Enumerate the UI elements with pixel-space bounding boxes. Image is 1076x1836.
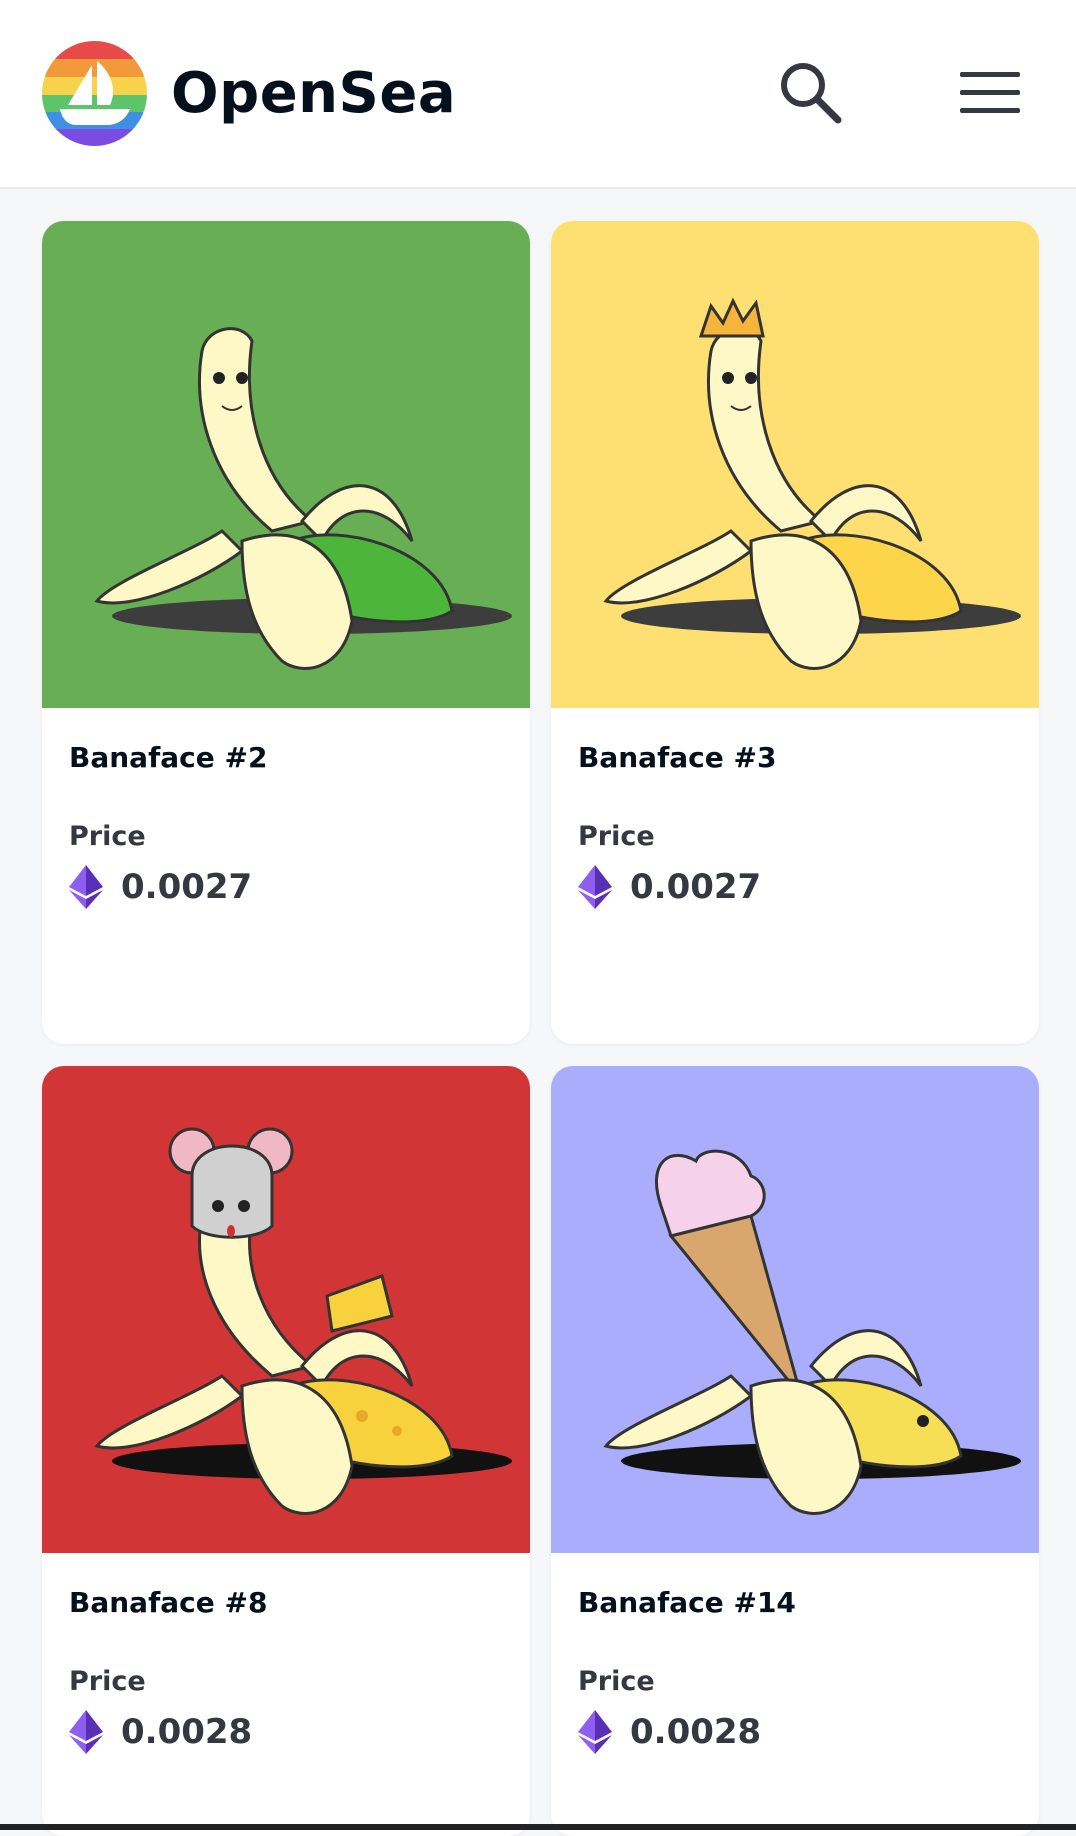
opensea-logo-icon[interactable] [42, 41, 147, 146]
hamburger-menu-icon[interactable] [958, 68, 1022, 118]
nft-image[interactable] [551, 1066, 1039, 1553]
brand-name[interactable]: OpenSea [171, 56, 456, 132]
nft-name[interactable]: Banaface #8 [69, 1586, 267, 1619]
price-value: 0.0027 [630, 867, 762, 907]
nft-name[interactable]: Banaface #2 [69, 741, 267, 774]
top-nav-bar: OpenSea [0, 0, 1076, 189]
ethereum-icon [69, 1710, 103, 1754]
price-row: 0.0028 [578, 1708, 761, 1756]
price-value: 0.0028 [121, 1712, 253, 1752]
nft-card[interactable]: Banaface #3 Price 0.0027 [551, 221, 1039, 1044]
ethereum-icon [69, 865, 103, 909]
price-value: 0.0028 [630, 1712, 762, 1752]
nft-image[interactable] [551, 221, 1039, 708]
ethereum-icon [578, 1710, 612, 1754]
price-row: 0.0028 [69, 1708, 252, 1756]
nft-name[interactable]: Banaface #14 [578, 1586, 796, 1619]
nft-image[interactable] [42, 1066, 530, 1553]
price-label: Price [578, 1666, 655, 1697]
price-value: 0.0027 [121, 867, 253, 907]
nft-card[interactable]: Banaface #14 Price 0.0028 [551, 1066, 1039, 1836]
nft-card[interactable]: Banaface #2 Price 0.0027 [42, 221, 530, 1044]
price-row: 0.0027 [578, 863, 761, 911]
search-icon[interactable] [778, 60, 844, 126]
price-label: Price [69, 821, 146, 852]
price-label: Price [578, 821, 655, 852]
nft-name[interactable]: Banaface #3 [578, 741, 776, 774]
nft-card[interactable]: Banaface #8 Price 0.0028 [42, 1066, 530, 1836]
price-label: Price [69, 1666, 146, 1697]
ethereum-icon [578, 865, 612, 909]
nft-image[interactable] [42, 221, 530, 708]
system-bottom-edge [0, 1824, 1076, 1830]
price-row: 0.0027 [69, 863, 252, 911]
